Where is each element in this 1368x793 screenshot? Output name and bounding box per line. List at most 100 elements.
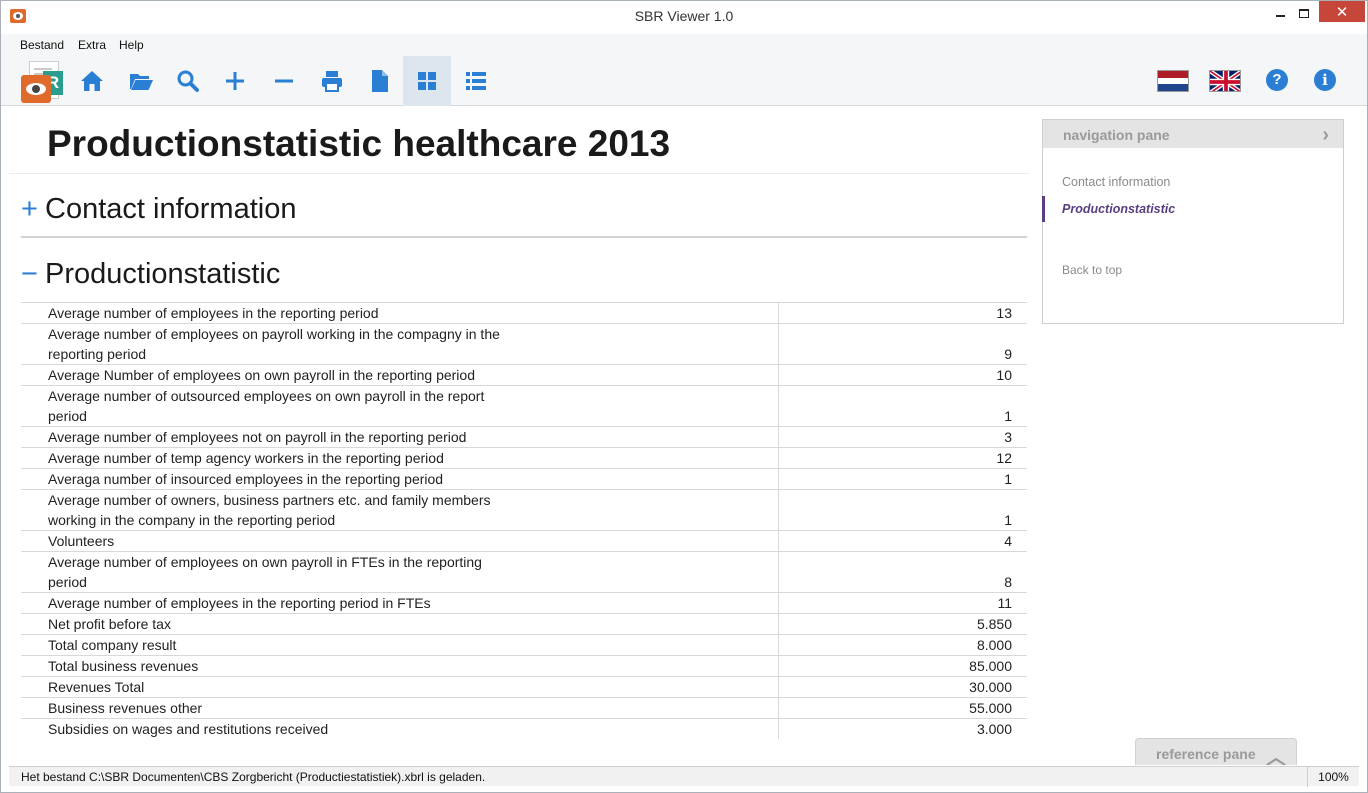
uk-flag-icon[interactable] bbox=[1209, 70, 1241, 92]
chevron-up-icon[interactable]: ︿ bbox=[1266, 741, 1286, 765]
menu-help[interactable]: Help bbox=[119, 38, 144, 52]
section-contact-information[interactable]: + Contact information bbox=[21, 193, 296, 226]
row-value: 13 bbox=[777, 302, 1027, 324]
reference-pane-tab[interactable]: reference pane ︿ bbox=[1135, 738, 1297, 765]
active-item-marker bbox=[1042, 196, 1045, 222]
row-label: Average number of employees in the repor… bbox=[21, 592, 778, 614]
dutch-flag-icon[interactable] bbox=[1157, 70, 1189, 92]
maximize-button[interactable] bbox=[1289, 1, 1319, 25]
row-value: 1 bbox=[777, 468, 1027, 490]
navigation-pane: navigation pane › Contact information Pr… bbox=[1042, 119, 1344, 324]
sbr-logo: R bbox=[19, 59, 65, 105]
table-row: Average number of employees on own payro… bbox=[21, 551, 1027, 593]
table-row: Net profit before tax 5.850 bbox=[21, 613, 1027, 635]
app-window: SBR Viewer 1.0 ✕ Bestand Extra Help R ? … bbox=[0, 0, 1368, 793]
list-view-button[interactable] bbox=[452, 56, 500, 106]
section-divider bbox=[21, 236, 1027, 238]
zoom-in-icon bbox=[226, 72, 244, 90]
row-value: 1 bbox=[777, 385, 1027, 427]
nav-item-contact-information[interactable]: Contact information bbox=[1062, 175, 1170, 189]
row-label: Average number of outsourced employees o… bbox=[21, 385, 778, 427]
help-icon[interactable]: ? bbox=[1266, 69, 1288, 91]
row-label: Average number of owners, business partn… bbox=[21, 489, 778, 531]
row-label: Average number of employees on own payro… bbox=[21, 551, 778, 593]
nav-item-productionstatistic[interactable]: Productionstatistic bbox=[1062, 202, 1175, 216]
zoom-in-button[interactable] bbox=[211, 56, 259, 106]
row-label: Average number of employees on payroll w… bbox=[21, 323, 778, 365]
report-content: Productionstatistic healthcare 2013 + Con… bbox=[9, 107, 1359, 765]
menu-extra[interactable]: Extra bbox=[78, 38, 106, 52]
table-row: Average Number of employees on own payro… bbox=[21, 364, 1027, 386]
search-button[interactable] bbox=[164, 56, 212, 106]
row-value: 8 bbox=[777, 551, 1027, 593]
row-value: 55.000 bbox=[777, 697, 1027, 719]
table-row: Business revenues other 55.000 bbox=[21, 697, 1027, 719]
table-row: Total company result 8.000 bbox=[21, 634, 1027, 656]
productionstatistic-table: Average number of employees in the repor… bbox=[21, 302, 1027, 739]
print-icon bbox=[322, 71, 342, 92]
row-value: 10 bbox=[777, 364, 1027, 386]
table-row: Subsidies on wages and restitutions rece… bbox=[21, 718, 1027, 739]
row-value: 3.000 bbox=[777, 718, 1027, 739]
row-label: Volunteers bbox=[21, 530, 778, 552]
section-title: Productionstatistic bbox=[45, 258, 281, 290]
menu-bar: Bestand Extra Help bbox=[1, 34, 1367, 56]
info-icon[interactable]: i bbox=[1314, 69, 1336, 91]
table-row: Revenues Total 30.000 bbox=[21, 676, 1027, 698]
collapse-icon[interactable]: − bbox=[21, 258, 39, 291]
table-row: Average number of employees on payroll w… bbox=[21, 323, 1027, 365]
row-label: Average number of employees in the repor… bbox=[21, 302, 778, 324]
zoom-level: 100% bbox=[1307, 767, 1359, 787]
row-label: Net profit before tax bbox=[21, 613, 778, 635]
table-row: Averaga number of insourced employees in… bbox=[21, 468, 1027, 490]
navigation-pane-header[interactable]: navigation pane › bbox=[1043, 120, 1343, 148]
row-label: Total company result bbox=[21, 634, 778, 656]
row-value: 8.000 bbox=[777, 634, 1027, 656]
grid-view-icon bbox=[418, 72, 436, 90]
status-bar: Het bestand C:\SBR Documenten\CBS Zorgbe… bbox=[9, 766, 1359, 787]
document-button[interactable] bbox=[356, 56, 404, 106]
row-label: Subsidies on wages and restitutions rece… bbox=[21, 718, 778, 739]
document-icon bbox=[372, 70, 388, 92]
reference-pane-title: reference pane bbox=[1156, 746, 1256, 762]
toolbar: R ? i bbox=[1, 56, 1367, 106]
zoom-out-button[interactable] bbox=[260, 56, 308, 106]
navigation-pane-title: navigation pane bbox=[1063, 127, 1170, 143]
row-value: 4 bbox=[777, 530, 1027, 552]
row-value: 12 bbox=[777, 447, 1027, 469]
status-message: Het bestand C:\SBR Documenten\CBS Zorgbe… bbox=[21, 770, 486, 784]
chevron-right-icon[interactable]: › bbox=[1322, 124, 1329, 147]
list-view-icon bbox=[466, 72, 486, 90]
window-title: SBR Viewer 1.0 bbox=[634, 8, 734, 24]
search-icon bbox=[177, 70, 199, 92]
row-value: 85.000 bbox=[777, 655, 1027, 677]
zoom-out-icon bbox=[275, 79, 293, 83]
row-value: 30.000 bbox=[777, 676, 1027, 698]
row-label: Total business revenues bbox=[21, 655, 778, 677]
menu-bestand[interactable]: Bestand bbox=[20, 38, 64, 52]
expand-icon[interactable]: + bbox=[21, 193, 39, 226]
table-row: Average number of employees in the repor… bbox=[21, 302, 1027, 324]
table-row: Average number of owners, business partn… bbox=[21, 489, 1027, 531]
print-button[interactable] bbox=[308, 56, 356, 106]
section-productionstatistic[interactable]: − Productionstatistic bbox=[21, 258, 280, 291]
row-label: Average number of temp agency workers in… bbox=[21, 447, 778, 469]
row-value: 9 bbox=[777, 323, 1027, 365]
title-bar: SBR Viewer 1.0 ✕ bbox=[1, 1, 1367, 33]
row-value: 3 bbox=[777, 426, 1027, 448]
close-button[interactable]: ✕ bbox=[1319, 1, 1365, 22]
row-label: Revenues Total bbox=[21, 676, 778, 698]
table-row: Volunteers 4 bbox=[21, 530, 1027, 552]
row-label: Averaga number of insourced employees in… bbox=[21, 468, 778, 490]
grid-view-button[interactable] bbox=[403, 56, 451, 106]
table-row: Average number of outsourced employees o… bbox=[21, 385, 1027, 427]
row-label: Average Number of employees on own payro… bbox=[21, 364, 778, 386]
home-button[interactable] bbox=[68, 56, 116, 106]
section-title: Contact information bbox=[45, 193, 297, 225]
home-icon bbox=[81, 71, 103, 91]
row-value: 11 bbox=[777, 592, 1027, 614]
report-title: Productionstatistic healthcare 2013 bbox=[47, 123, 671, 164]
table-row: Average number of employees not on payro… bbox=[21, 426, 1027, 448]
open-button[interactable] bbox=[117, 56, 165, 106]
back-to-top-link[interactable]: Back to top bbox=[1062, 263, 1122, 277]
